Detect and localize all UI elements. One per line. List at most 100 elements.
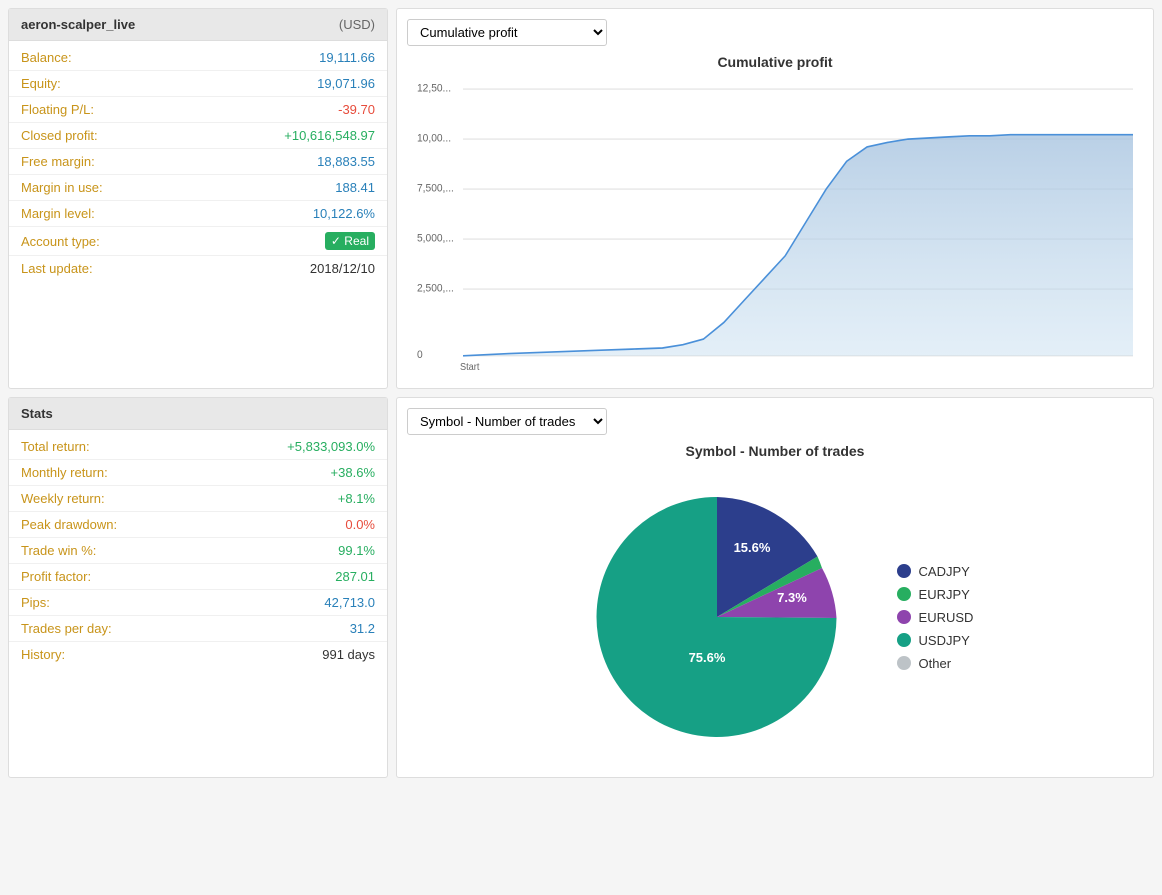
account-row-1: Equity: 19,071.96	[9, 71, 387, 97]
stats-row-label-7: Trades per day:	[21, 621, 112, 636]
stats-row-value-3: 0.0%	[345, 517, 375, 532]
account-row-label-6: Margin level:	[21, 206, 95, 221]
legend-label-2: EURUSD	[919, 610, 974, 625]
legend-dot-0	[897, 564, 911, 578]
account-row-label-2: Floating P/L:	[21, 102, 94, 117]
stats-header: Stats	[9, 398, 387, 430]
svg-text:12,50...: 12,50...	[417, 82, 451, 94]
account-row-value-7: ✓ Real	[325, 232, 375, 250]
stats-panel: Stats Total return: +5,833,093.0% Monthly …	[8, 397, 388, 778]
cumulative-chart-title: Cumulative profit	[407, 54, 1143, 70]
stats-row-value-8: 991 days	[322, 647, 375, 662]
account-panel: aeron-scalper_live (USD) Balance: 19,111.…	[8, 8, 388, 389]
legend-label-0: CADJPY	[919, 564, 970, 579]
stats-row-label-4: Trade win %:	[21, 543, 96, 558]
stats-row-label-6: Pips:	[21, 595, 50, 610]
stats-rows: Total return: +5,833,093.0% Monthly return…	[9, 430, 387, 671]
account-row-value-2: -39.70	[338, 102, 375, 117]
pie-dropdown-container: Symbol - Number of trades	[407, 408, 1143, 435]
legend-item-0: CADJPY	[897, 564, 974, 579]
real-badge: ✓ Real	[325, 232, 375, 250]
svg-text:75.6%: 75.6%	[688, 650, 725, 665]
svg-text:7.3%: 7.3%	[777, 590, 807, 605]
legend-label-4: Other	[919, 656, 952, 671]
account-row-label-5: Margin in use:	[21, 180, 103, 195]
account-row-value-8: 2018/12/10	[310, 261, 375, 276]
cumulative-dropdown-container: Cumulative profit	[407, 19, 1143, 46]
stats-row-value-6: 42,713.0	[324, 595, 375, 610]
account-row-5: Margin in use: 188.41	[9, 175, 387, 201]
svg-text:10,00...: 10,00...	[417, 132, 451, 144]
stats-row-label-0: Total return:	[21, 439, 90, 454]
account-row-label-7: Account type:	[21, 234, 100, 249]
legend-item-2: EURUSD	[897, 610, 974, 625]
account-row-label-3: Closed profit:	[21, 128, 98, 143]
cumulative-chart-svg: 12,50... 10,00... 7,500,... 5,000,... 2,…	[417, 78, 1133, 378]
stats-row-value-7: 31.2	[350, 621, 375, 636]
pie-chart-svg: 15.6% 7.3% 75.6%	[577, 477, 857, 757]
svg-text:5,000,...: 5,000,...	[417, 232, 454, 244]
stats-row-1: Monthly return: +38.6%	[9, 460, 387, 486]
legend-dot-4	[897, 656, 911, 670]
account-row-7: Account type: ✓ Real	[9, 227, 387, 256]
legend-dot-1	[897, 587, 911, 601]
account-row-value-1: 19,071.96	[317, 76, 375, 91]
stats-row-label-1: Monthly return:	[21, 465, 108, 480]
pie-chart-container: 15.6% 7.3% 75.6%	[577, 477, 857, 757]
pie-section: 15.6% 7.3% 75.6% CADJPY EURJPY EURUSD USDJP…	[407, 467, 1143, 767]
account-row-value-6: 10,122.6%	[313, 206, 375, 221]
svg-text:15.6%: 15.6%	[733, 540, 770, 555]
stats-row-label-8: History:	[21, 647, 65, 662]
svg-text:0: 0	[417, 349, 423, 361]
stats-row-label-3: Peak drawdown:	[21, 517, 117, 532]
legend-label-1: EURJPY	[919, 587, 970, 602]
stats-row-7: Trades per day: 31.2	[9, 616, 387, 642]
account-row-value-0: 19,111.66	[319, 50, 375, 65]
account-row-label-1: Equity:	[21, 76, 61, 91]
stats-row-label-2: Weekly return:	[21, 491, 105, 506]
legend-item-3: USDJPY	[897, 633, 974, 648]
stats-row-value-0: +5,833,093.0%	[287, 439, 375, 454]
svg-text:2,500,...: 2,500,...	[417, 282, 454, 294]
legend-item-1: EURJPY	[897, 587, 974, 602]
legend-item-4: Other	[897, 656, 974, 671]
legend-dot-3	[897, 633, 911, 647]
svg-text:7,500,...: 7,500,...	[417, 182, 454, 194]
account-row-label-8: Last update:	[21, 261, 93, 276]
cumulative-chart-area: 12,50... 10,00... 7,500,... 5,000,... 2,…	[417, 78, 1133, 378]
stats-row-3: Peak drawdown: 0.0%	[9, 512, 387, 538]
stats-row-0: Total return: +5,833,093.0%	[9, 434, 387, 460]
account-row-6: Margin level: 10,122.6%	[9, 201, 387, 227]
stats-row-value-1: +38.6%	[331, 465, 375, 480]
stats-row-label-5: Profit factor:	[21, 569, 91, 584]
pie-legend: CADJPY EURJPY EURUSD USDJPY Other	[897, 564, 974, 671]
legend-dot-2	[897, 610, 911, 624]
stats-row-4: Trade win %: 99.1%	[9, 538, 387, 564]
account-rows: Balance: 19,111.66 Equity: 19,071.96 Floatin…	[9, 41, 387, 285]
stats-row-value-2: +8.1%	[338, 491, 375, 506]
cumulative-dropdown[interactable]: Cumulative profit	[407, 19, 607, 46]
account-row-label-4: Free margin:	[21, 154, 95, 169]
account-header: aeron-scalper_live (USD)	[9, 9, 387, 41]
legend-label-3: USDJPY	[919, 633, 970, 648]
account-row-label-0: Balance:	[21, 50, 72, 65]
account-row-value-4: 18,883.55	[317, 154, 375, 169]
account-name: aeron-scalper_live	[21, 17, 135, 32]
account-currency: (USD)	[339, 17, 375, 32]
account-row-4: Free margin: 18,883.55	[9, 149, 387, 175]
stats-row-2: Weekly return: +8.1%	[9, 486, 387, 512]
account-row-0: Balance: 19,111.66	[9, 45, 387, 71]
stats-row-8: History: 991 days	[9, 642, 387, 667]
pie-dropdown[interactable]: Symbol - Number of trades	[407, 408, 607, 435]
account-row-value-3: +10,616,548.97	[284, 128, 375, 143]
pie-chart-panel: Symbol - Number of trades Symbol - Numbe…	[396, 397, 1154, 778]
stats-row-value-4: 99.1%	[338, 543, 375, 558]
stats-row-value-5: 287.01	[335, 569, 375, 584]
cumulative-chart-panel: Cumulative profit Cumulative profit 12,5…	[396, 8, 1154, 389]
svg-text:Start: Start	[460, 362, 480, 373]
stats-row-6: Pips: 42,713.0	[9, 590, 387, 616]
account-row-2: Floating P/L: -39.70	[9, 97, 387, 123]
stats-row-5: Profit factor: 287.01	[9, 564, 387, 590]
pie-chart-title: Symbol - Number of trades	[407, 443, 1143, 459]
account-row-value-5: 188.41	[335, 180, 375, 195]
